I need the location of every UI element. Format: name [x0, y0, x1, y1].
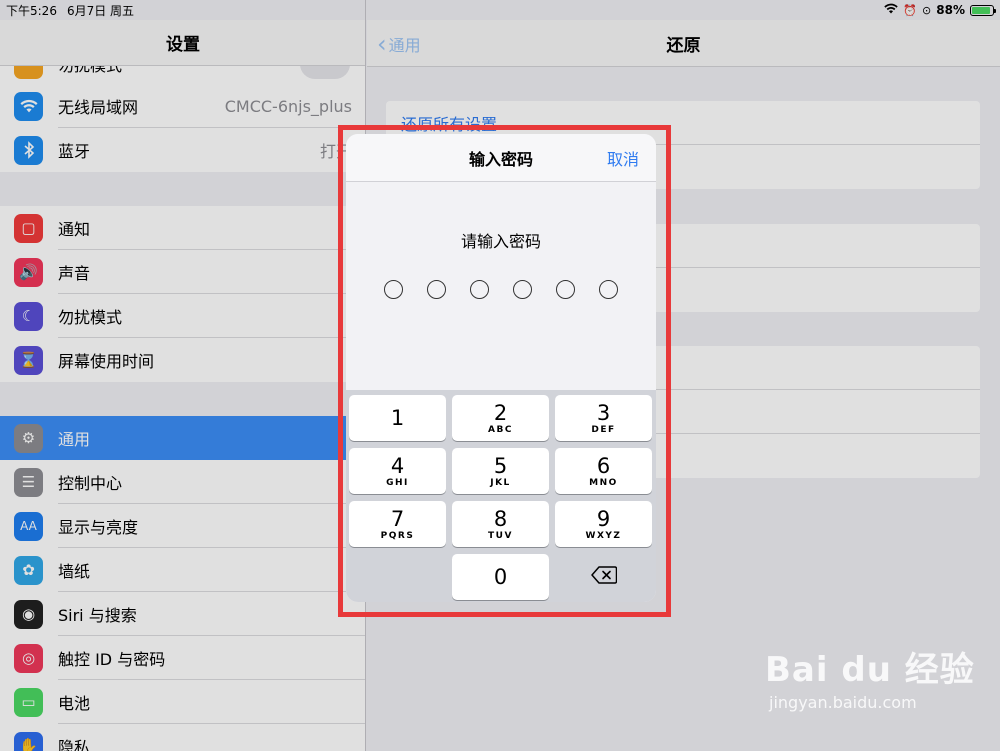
highlight-box [338, 125, 671, 617]
watermark-url: jingyan.baidu.com [769, 693, 917, 712]
baidu-watermark: Bai du 经验 jingyan.baidu.com [765, 642, 995, 732]
watermark-logo: Bai du 经验 [765, 650, 975, 690]
